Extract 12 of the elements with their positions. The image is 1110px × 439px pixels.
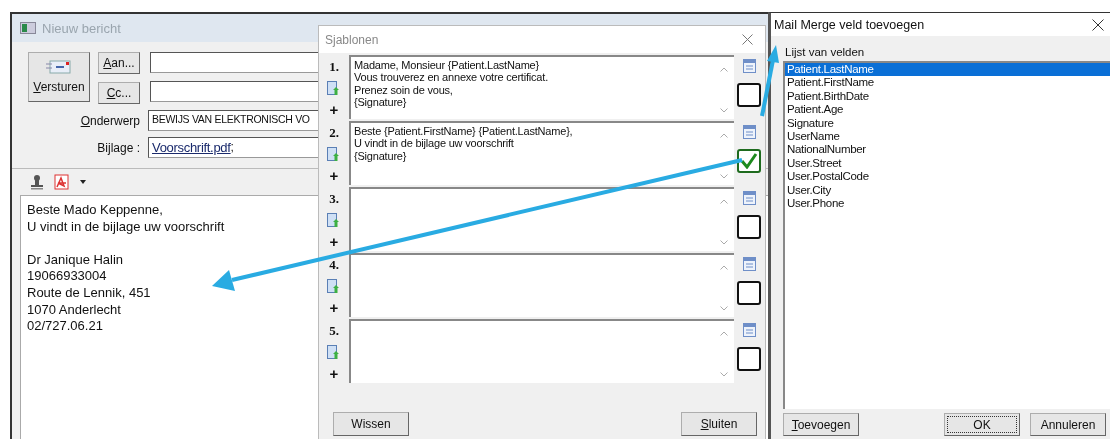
- window-title: Nieuw bericht: [42, 20, 121, 36]
- attachment-label: Bijlage :: [96, 140, 140, 155]
- attachment-separator: ;: [230, 140, 234, 154]
- subject-label: Onderwerp: [79, 113, 140, 128]
- template-number: 2.: [329, 125, 339, 141]
- dialog-title: Sjablonen: [325, 32, 379, 47]
- template-number: 3.: [329, 191, 339, 207]
- template-number: 4.: [329, 257, 339, 273]
- list-label: Lijst van velden: [785, 46, 866, 58]
- dialog-title: Mail Merge veld toevoegen: [774, 17, 925, 32]
- template-number: 5.: [329, 323, 339, 339]
- template-number: 1.: [329, 59, 339, 75]
